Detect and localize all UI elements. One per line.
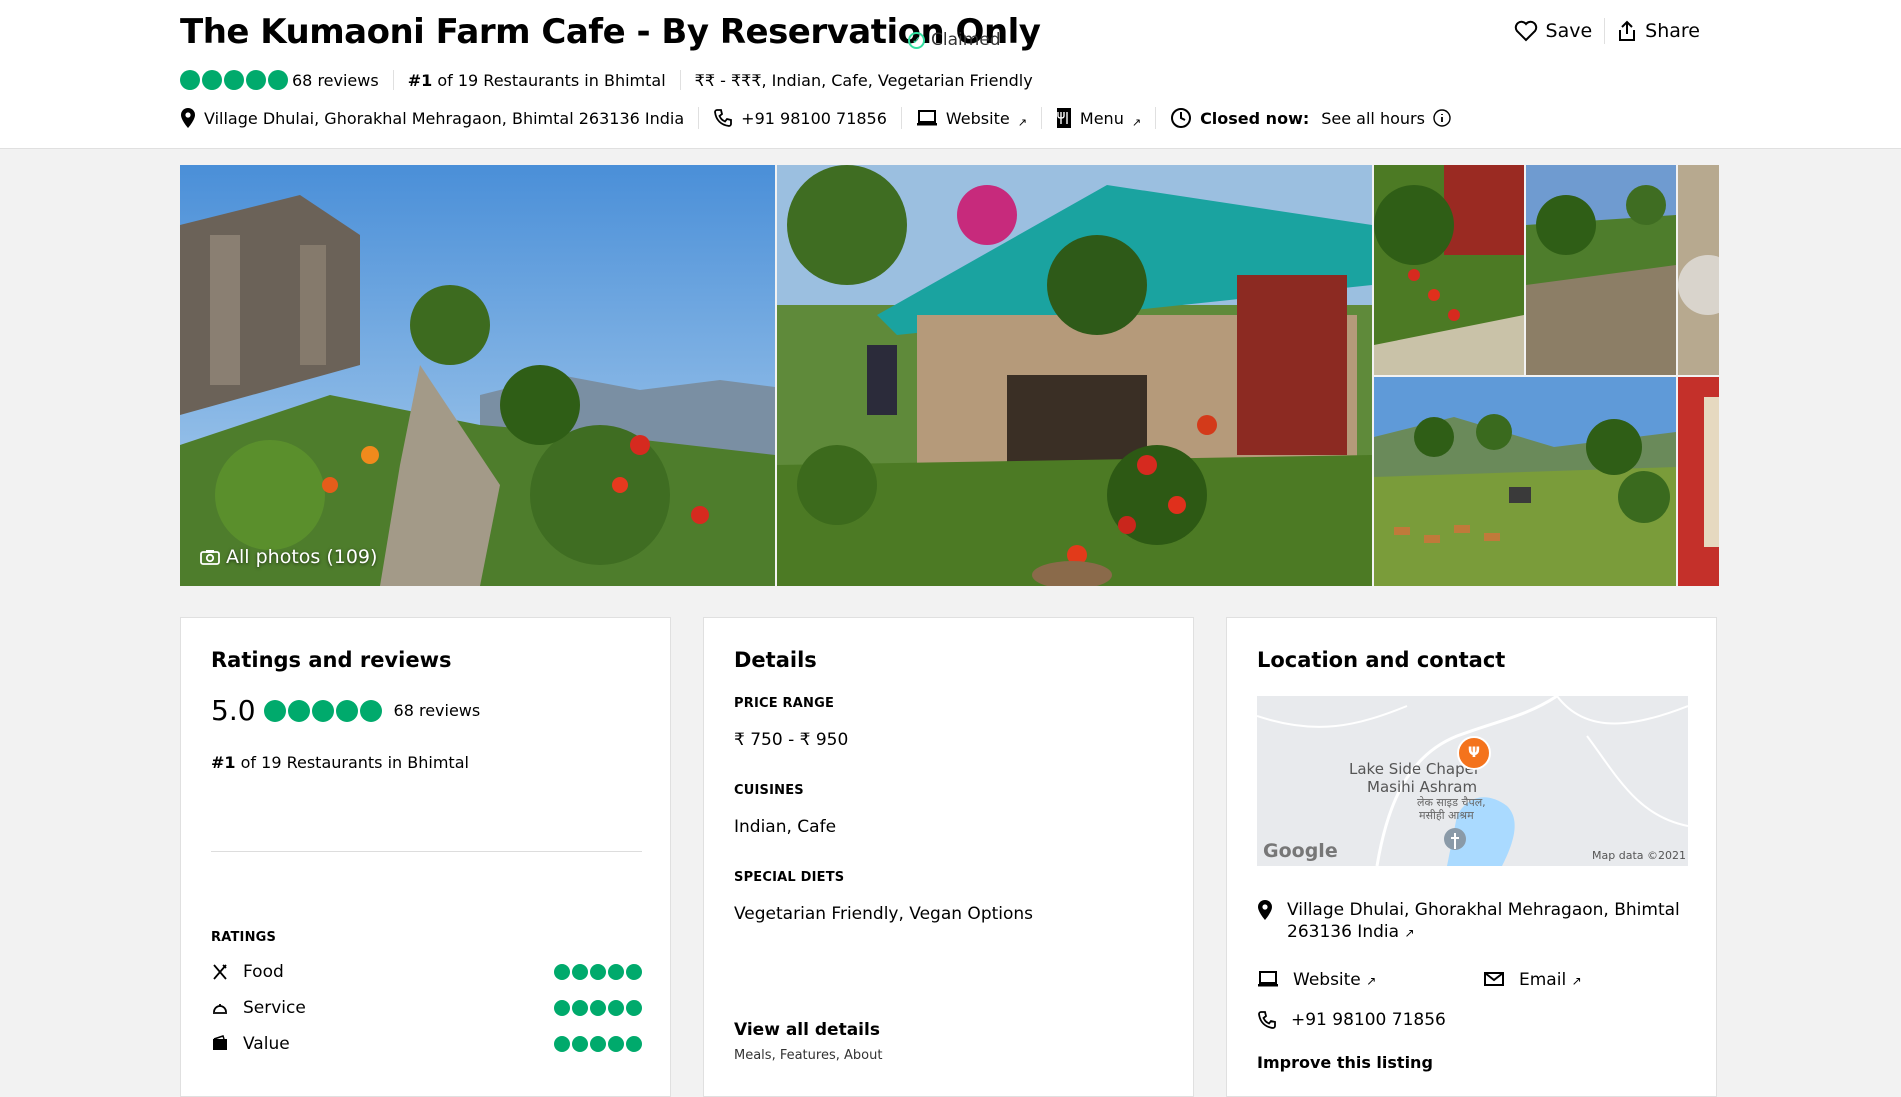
external-link-icon: ↗ [1017,115,1027,129]
wallet-icon [213,1035,227,1050]
price-cuisine: ₹₹ - ₹₹₹, Indian, Cafe, Vegetarian Frien… [694,70,1033,90]
all-photos-button[interactable]: All photos (109) [200,546,377,568]
save-button[interactable]: Save [1502,20,1605,42]
google-logo: Google [1263,840,1338,862]
photo-gallery: All photos (109) [180,165,1719,586]
email-icon [1484,972,1504,986]
phone-link[interactable]: +91 98100 71856 [713,108,887,128]
fork-knife-icon [213,964,227,980]
rating-row-food: Food [211,962,642,982]
main-photo[interactable]: All photos (109) [180,165,775,586]
photo-5[interactable] [1678,165,1719,375]
info-row: Village Dhulai, Ghorakhal Mehragaon, Bhi… [180,107,1451,129]
menu-icon [1056,108,1071,128]
special-diets-label: SPECIAL DIETS [734,870,845,885]
ratings-label: RATINGS [211,930,277,945]
external-link-icon: ↗ [1131,115,1142,129]
claimed-badge[interactable]: ✓ Claimed [908,30,1001,50]
divider [211,851,642,852]
camera-icon [200,550,220,565]
rating-row-value: Value [211,1034,642,1054]
map[interactable]: Lake Side Chapel Masihi Ashram लेक साइड … [1257,696,1688,866]
map-label: मसीही आश्रम [1419,809,1474,822]
restaurant-header: The Kumaoni Farm Cafe - By Reservation O… [0,0,1901,149]
phone-icon [714,109,733,127]
restaurant-pin-icon[interactable]: Ψ [1457,736,1491,770]
clock-icon [1171,108,1192,128]
location-pin-icon [1258,900,1272,920]
location-email-link[interactable]: Email ↗ [1483,970,1582,990]
location-card: Location and contact Lake Side Chapel Ma… [1226,617,1717,1097]
cuisines-value: Indian, Cafe [734,817,837,837]
location-title: Location and contact [1257,648,1506,672]
location-pin-icon [181,108,195,128]
ratings-title: Ratings and reviews [211,648,452,672]
improve-listing-link[interactable]: Improve this listing [1257,1053,1433,1072]
rating-score: 5.0 [211,694,256,727]
photo-4[interactable] [1526,165,1676,375]
check-icon: ✓ [908,31,925,49]
details-title: Details [734,648,817,672]
ratings-card: Ratings and reviews 5.0 68 reviews #1 of… [180,617,671,1097]
laptop-icon [1258,971,1278,987]
rating-row-service: Service [211,998,642,1018]
location-address[interactable]: Village Dhulai, Ghorakhal Mehragaon, Bhi… [1257,899,1680,944]
laptop-icon [916,110,937,126]
external-link-icon: ↗ [1366,974,1377,988]
heart-icon [1514,20,1537,42]
address-link[interactable]: Village Dhulai, Ghorakhal Mehragaon, Bhi… [180,107,684,129]
rating-bubbles [180,70,288,90]
special-diets-value: Vegetarian Friendly, Vegan Options [734,904,1034,924]
map-label: Masihi Ashram [1367,778,1478,796]
reviews-link[interactable]: 68 reviews [394,701,481,720]
photo-6[interactable] [1374,377,1676,586]
location-phone-link[interactable]: +91 98100 71856 [1257,1010,1446,1030]
reviews-link[interactable]: 68 reviews [292,71,379,90]
ranking[interactable]: #1 of 19 Restaurants in Bhimtal [211,753,469,772]
location-website-link[interactable]: Website ↗ [1257,970,1376,990]
map-attribution: Map data ©2021 [1592,849,1686,862]
photo-2[interactable] [777,165,1372,586]
header-actions: Save Share [1502,18,1712,44]
details-card: Details PRICE RANGE ₹ 750 - ₹ 950 CUISIN… [703,617,1194,1097]
view-all-details-sub: Meals, Features, About [734,1048,883,1063]
hours-link[interactable]: Closed now: See all hours [1170,107,1451,129]
photo-7[interactable] [1678,377,1719,586]
website-link[interactable]: Website ↗ [916,109,1027,129]
phone-icon [1258,1011,1276,1029]
price-range-label: PRICE RANGE [734,696,835,711]
external-link-icon: ↗ [1571,974,1582,988]
map-label: Lake Side Chapel [1349,760,1478,778]
share-icon [1619,20,1636,41]
rating-bubbles [263,699,382,722]
service-bell-icon [213,1004,227,1014]
info-icon [1433,109,1451,127]
price-range-value: ₹ 750 - ₹ 950 [734,730,849,750]
view-all-details-link[interactable]: View all details [734,1020,880,1040]
external-link-icon: ↗ [1404,926,1415,940]
photo-3[interactable] [1374,165,1524,375]
cuisines-label: CUISINES [734,783,804,798]
summary-row: 68 reviews #1 of 19 Restaurants in Bhimt… [180,70,1033,90]
menu-link[interactable]: Menu ↗ [1056,107,1141,129]
ranking[interactable]: #1 of 19 Restaurants in Bhimtal [408,71,666,90]
share-button[interactable]: Share [1605,20,1712,42]
